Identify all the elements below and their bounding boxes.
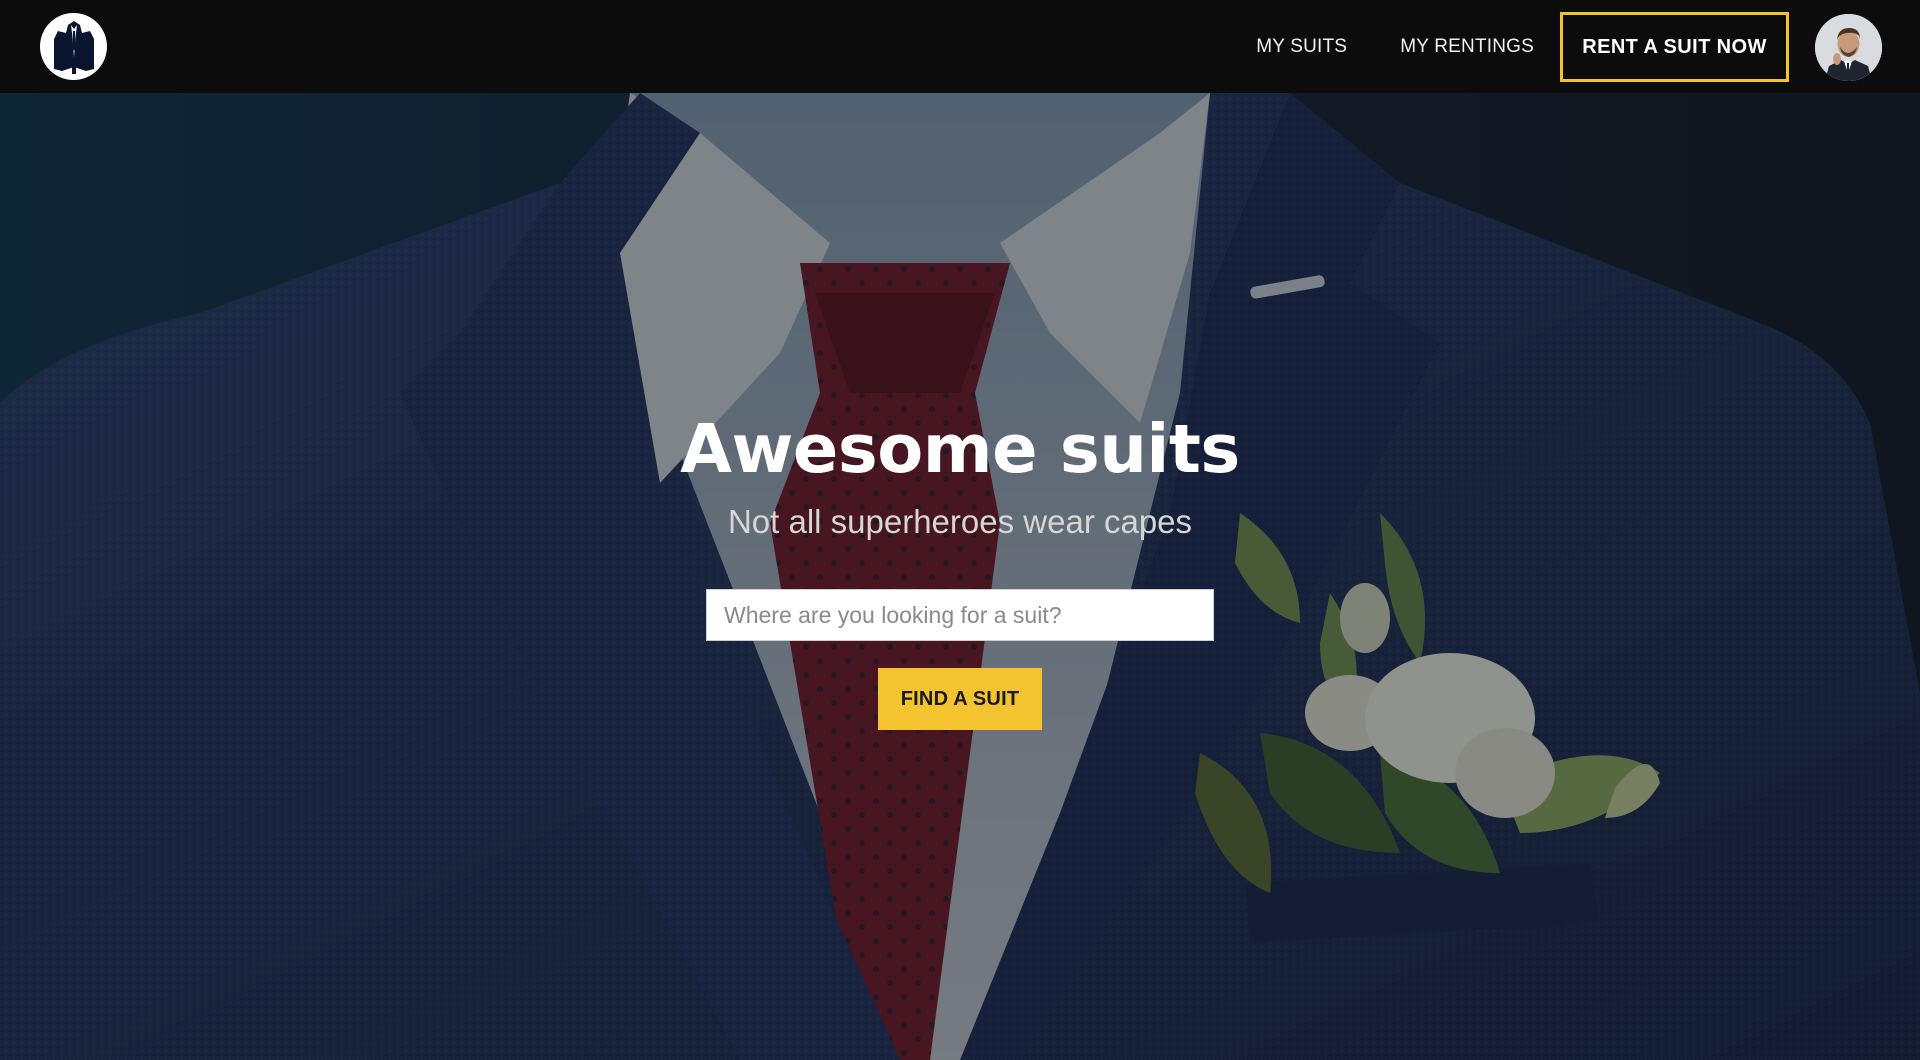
nav-right: MY SUITS MY RENTINGS RENT A SUIT NOW <box>1256 12 1882 82</box>
hero-title: Awesome suits <box>680 410 1240 488</box>
avatar-portrait <box>1815 13 1882 81</box>
nav-my-suits[interactable]: MY SUITS <box>1256 36 1347 58</box>
logo[interactable] <box>40 13 107 80</box>
suit-jacket-icon <box>53 20 94 74</box>
hero-section: Awesome suits Not all superheroes wear c… <box>0 93 1920 1060</box>
rent-a-suit-button[interactable]: RENT A SUIT NOW <box>1560 12 1789 82</box>
location-search-input[interactable] <box>706 589 1214 641</box>
top-navbar: MY SUITS MY RENTINGS RENT A SUIT NOW <box>0 0 1920 93</box>
hero-subtitle: Not all superheroes wear capes <box>727 503 1193 540</box>
user-avatar[interactable] <box>1815 13 1882 81</box>
hero-content: Awesome suits Not all superheroes wear c… <box>0 93 1920 1060</box>
nav-my-rentings[interactable]: MY RENTINGS <box>1400 36 1534 58</box>
find-a-suit-button[interactable]: FIND A SUIT <box>878 668 1042 730</box>
